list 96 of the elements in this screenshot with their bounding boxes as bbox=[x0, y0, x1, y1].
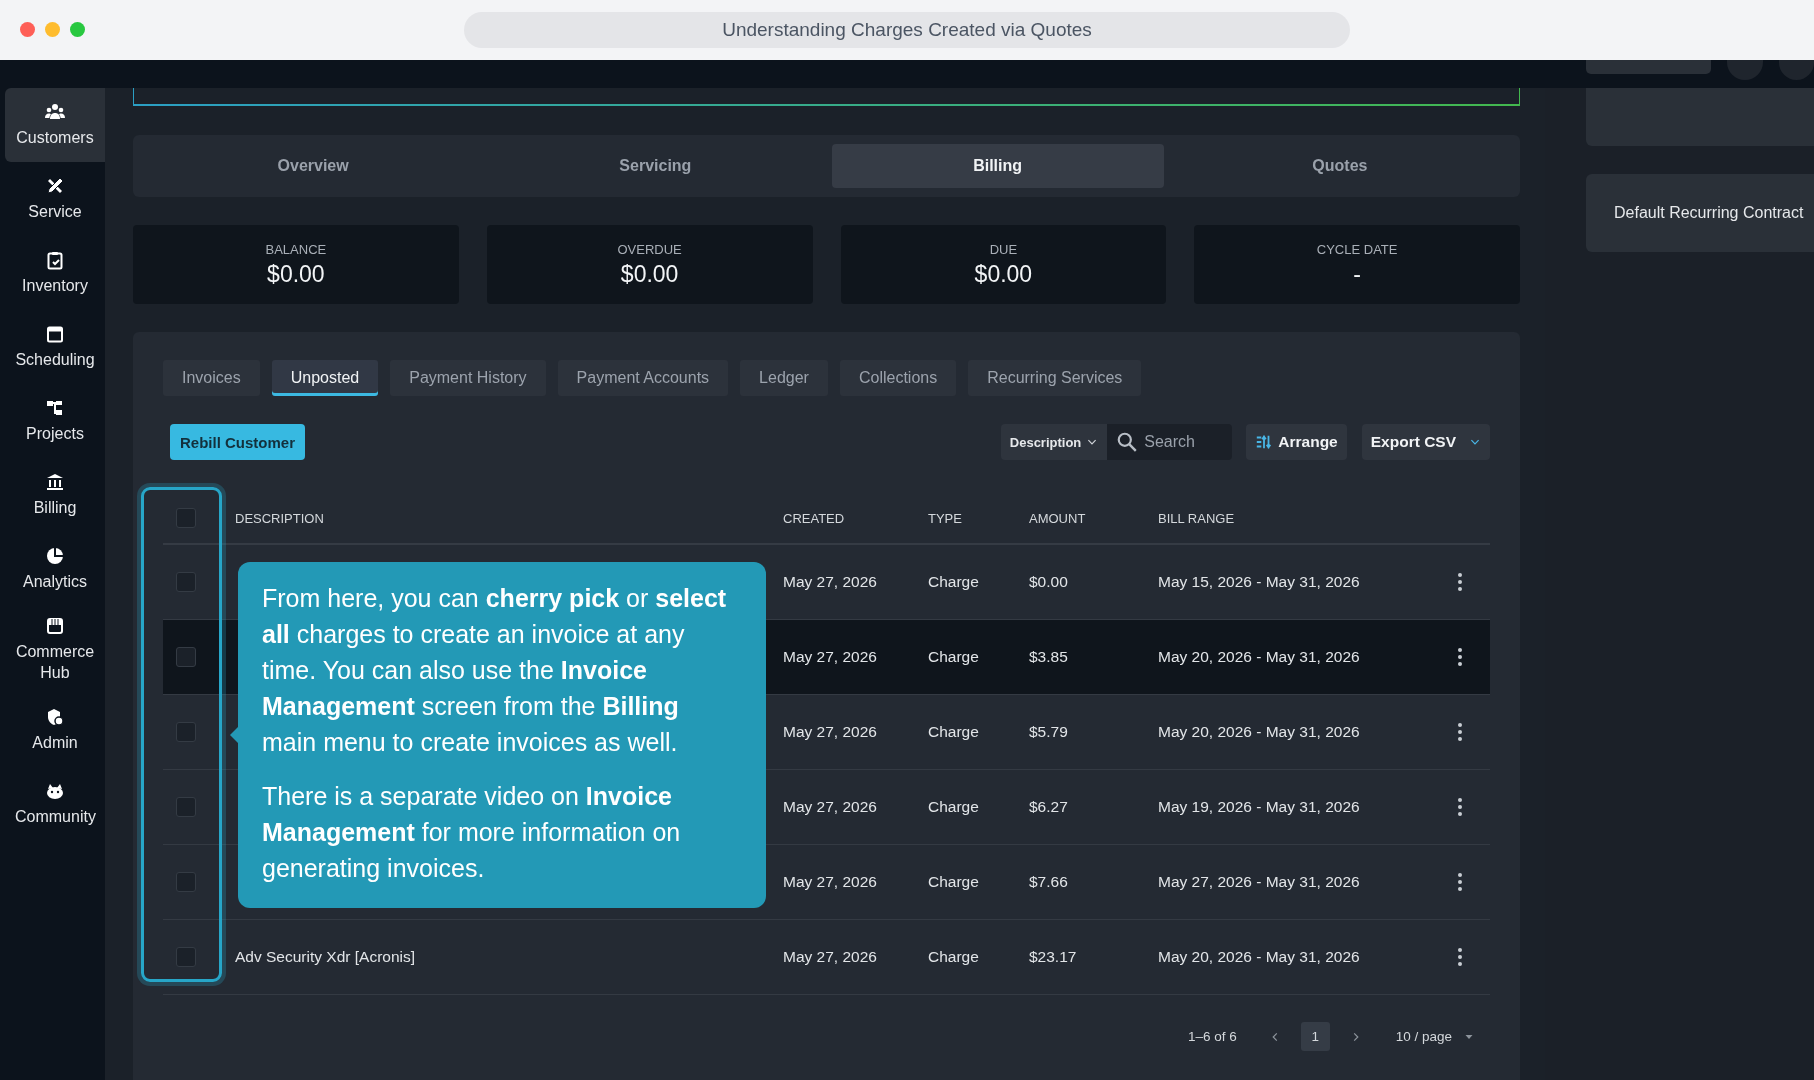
sidebar-item[interactable]: Customers bbox=[5, 88, 105, 162]
column-header: TYPE bbox=[928, 510, 963, 526]
more-icon bbox=[1457, 872, 1463, 892]
page-button[interactable]: 1 bbox=[1300, 1022, 1330, 1051]
window-title: Understanding Charges Created via Quotes bbox=[464, 12, 1350, 48]
rebill-button[interactable]: Rebill Customer bbox=[170, 424, 306, 460]
table-cell: Charge bbox=[928, 873, 979, 891]
checkbox[interactable] bbox=[176, 722, 196, 742]
shield-icon bbox=[45, 706, 65, 727]
calendar-icon bbox=[45, 324, 65, 345]
table-cell: $7.66 bbox=[1029, 873, 1068, 891]
sidebar-item[interactable]: Admin bbox=[5, 692, 105, 767]
column-header: DESCRIPTION bbox=[235, 510, 325, 526]
table-cell: $5.79 bbox=[1029, 723, 1068, 741]
more-icon bbox=[1457, 722, 1463, 742]
sidebar-item[interactable]: Inventory bbox=[5, 236, 105, 310]
table-cell: Adv Security Xdr [Acronis] bbox=[235, 948, 416, 966]
table-cell: May 20, 2026 - May 31, 2026 bbox=[1158, 948, 1360, 966]
more-icon bbox=[1457, 572, 1463, 592]
sidebar-item[interactable]: Analytics bbox=[5, 532, 105, 606]
sidebar-item[interactable]: Projects bbox=[5, 384, 105, 458]
table-cell: May 20, 2026 - May 31, 2026 bbox=[1158, 723, 1360, 741]
checkbox[interactable] bbox=[176, 872, 196, 892]
header-icon-button[interactable] bbox=[1778, 60, 1814, 80]
sidebar-item[interactable]: Community bbox=[5, 766, 105, 841]
table-cell: Charge bbox=[928, 723, 979, 741]
tab[interactable]: Recurring Services bbox=[968, 360, 1142, 396]
contract-card[interactable]: Default Recurring Contract bbox=[1586, 174, 1814, 252]
table-cell: $6.27 bbox=[1029, 798, 1068, 816]
clipboard-icon bbox=[45, 250, 65, 271]
sliders-icon bbox=[1255, 433, 1274, 451]
table-cell: May 27, 2026 bbox=[783, 948, 877, 966]
tab[interactable]: Quotes bbox=[1173, 144, 1506, 188]
table-cell: May 27, 2026 bbox=[783, 723, 877, 741]
tab[interactable]: Invoices bbox=[163, 360, 260, 396]
tab[interactable]: Payment Accounts bbox=[557, 360, 729, 396]
page-summary: 1–6 of 6 bbox=[1187, 1029, 1237, 1044]
more-icon bbox=[1457, 797, 1463, 817]
checkbox[interactable] bbox=[176, 647, 196, 667]
search-field[interactable]: Search bbox=[1107, 424, 1233, 460]
checkbox[interactable] bbox=[176, 947, 196, 967]
tab[interactable]: Ledger bbox=[740, 360, 828, 396]
checkbox[interactable] bbox=[176, 508, 196, 528]
table-cell: May 27, 2026 - May 31, 2026 bbox=[1158, 873, 1360, 891]
tab[interactable]: Payment History bbox=[390, 360, 546, 396]
table-cell: Charge bbox=[928, 648, 979, 666]
sidebar-item[interactable]: Service bbox=[5, 162, 105, 236]
table-cell: May 27, 2026 bbox=[783, 648, 877, 666]
table-cell: $3.85 bbox=[1029, 648, 1068, 666]
page-size-select[interactable]: 10 / page bbox=[1395, 1029, 1474, 1044]
column-header: AMOUNT bbox=[1029, 510, 1087, 526]
store-icon bbox=[45, 616, 65, 636]
column-header: BILL RANGE bbox=[1158, 510, 1236, 526]
table-cell: May 20, 2026 - May 31, 2026 bbox=[1158, 648, 1360, 666]
table-cell: May 27, 2026 bbox=[783, 873, 877, 891]
table-cell: May 27, 2026 bbox=[783, 573, 877, 591]
table-cell: Charge bbox=[928, 798, 979, 816]
tab[interactable]: Overview bbox=[147, 144, 480, 188]
sidebar-item[interactable]: Scheduling bbox=[5, 310, 105, 384]
table-row[interactable]: Adv Security Xdr [Acronis] May 27, 2026 Charge $23.17 May 20, 2026 - May 31, 2026 bbox=[163, 920, 1490, 995]
stat-value: $0.00 bbox=[974, 260, 1033, 288]
table-cell: May 19, 2026 - May 31, 2026 bbox=[1158, 798, 1360, 816]
sidebar-item[interactable]: Billing bbox=[5, 458, 105, 532]
tab[interactable]: Billing bbox=[831, 144, 1164, 188]
table-cell: Charge bbox=[928, 573, 979, 591]
more-icon bbox=[1457, 947, 1463, 967]
table-cell: May 27, 2026 bbox=[783, 798, 877, 816]
column-header: CREATED bbox=[783, 510, 846, 526]
stat-label: OVERDUE bbox=[617, 241, 682, 257]
table-cell: $0.00 bbox=[1029, 573, 1068, 591]
table-cell: $23.17 bbox=[1029, 948, 1077, 966]
tab[interactable]: Collections bbox=[839, 360, 957, 396]
bank-icon bbox=[45, 472, 65, 493]
minimize-button[interactable] bbox=[45, 22, 60, 37]
table-cell: Charge bbox=[928, 948, 979, 966]
close-button[interactable] bbox=[20, 22, 35, 37]
stat-value: $0.00 bbox=[620, 260, 679, 288]
header-icon-button[interactable] bbox=[1727, 60, 1763, 80]
header-button[interactable] bbox=[1586, 60, 1712, 74]
pie-chart-icon bbox=[45, 546, 65, 567]
more-icon bbox=[1457, 647, 1463, 667]
stat-value: - bbox=[1353, 260, 1361, 288]
stat-label: BALANCE bbox=[265, 241, 327, 257]
export-button[interactable]: Export CSV bbox=[1361, 424, 1490, 460]
sidebar-item[interactable]: Commerce Hub bbox=[5, 606, 105, 693]
zoom-button[interactable] bbox=[70, 22, 85, 37]
checkbox[interactable] bbox=[176, 797, 196, 817]
stat-value: $0.00 bbox=[267, 260, 325, 288]
filter-dropdown[interactable]: Description bbox=[1000, 424, 1108, 460]
stat-label: DUE bbox=[989, 241, 1018, 257]
tab[interactable]: Unposted bbox=[271, 360, 379, 396]
checkbox[interactable] bbox=[176, 572, 196, 592]
arrange-button[interactable]: Arrange bbox=[1246, 424, 1347, 460]
stat-label: CYCLE DATE bbox=[1316, 241, 1398, 257]
tab[interactable]: Servicing bbox=[489, 144, 822, 188]
table-cell: May 15, 2026 - May 31, 2026 bbox=[1158, 573, 1360, 591]
